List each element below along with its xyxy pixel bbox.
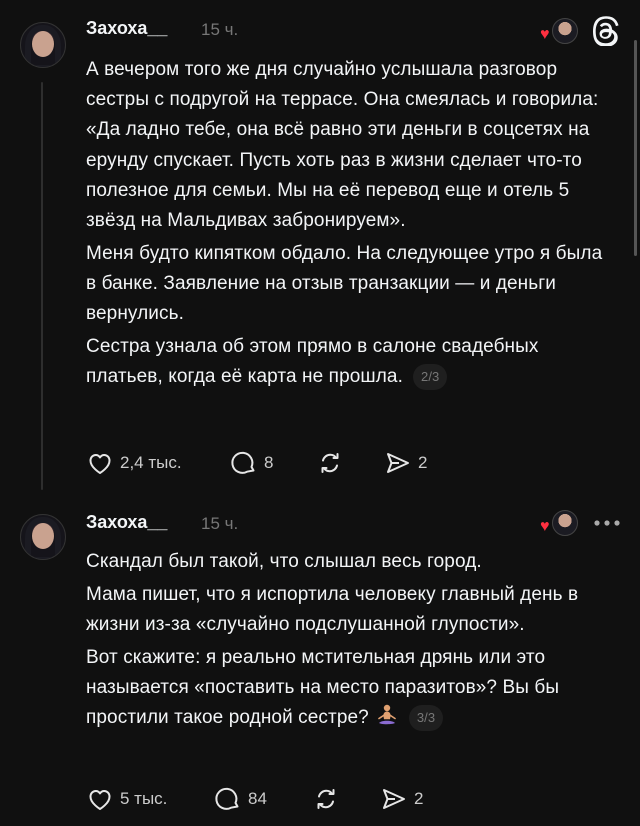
more-options-icon[interactable] [592, 516, 622, 530]
heart-outline-icon [89, 454, 111, 474]
reply-count: 8 [264, 453, 274, 472]
meditating-person-emoji [378, 704, 396, 725]
avatar [552, 18, 578, 44]
liked-by-author-indicator: ♥ [540, 18, 580, 48]
thread-post-2: Захоха__ 15 ч. ♥ Скандал был такой, что … [0, 500, 640, 826]
paragraph: Мама пишет, что я испортила человеку гла… [86, 583, 579, 635]
like-count: 2,4 тыс. [120, 453, 182, 472]
action-bar: 5 тыс. 84 2 [86, 784, 606, 814]
thread-post-1: Захоха__ 15 ч. ♥ А вечером того же дня с… [0, 0, 640, 500]
reply-bubble-icon [215, 787, 239, 810]
post-text: А вечером того же дня случайно услышала … [86, 55, 616, 395]
send-icon [387, 453, 409, 473]
username[interactable]: Захоха__ [86, 512, 167, 533]
avatar[interactable] [20, 22, 66, 68]
paragraph: А вечером того же дня случайно услышала … [86, 59, 599, 232]
scrollbar[interactable] [634, 40, 637, 256]
like-count: 5 тыс. [120, 789, 168, 808]
avatar [552, 510, 578, 536]
send-icon [383, 789, 405, 809]
share-button[interactable]: 2 [380, 784, 423, 814]
repost-icon [321, 453, 339, 473]
share-count: 2 [418, 453, 428, 472]
post-time: 15 ч. [201, 514, 239, 533]
paragraph-text: Вот скажите: я реально мстительная дрянь… [86, 646, 560, 729]
like-button[interactable]: 2,4 тыс. [86, 448, 182, 478]
thread-page-indicator: 2/3 [412, 364, 448, 391]
heart-outline-icon [89, 790, 111, 810]
action-bar: 2,4 тыс. 8 2 [86, 448, 606, 478]
reply-button[interactable]: 84 [214, 784, 267, 814]
paragraph: Вот скажите: я реально мстительная дрянь… [86, 643, 616, 734]
paragraph: Скандал был такой, что слышал весь город… [86, 551, 482, 572]
reply-button[interactable]: 8 [230, 448, 273, 478]
reply-count: 84 [248, 789, 267, 808]
repost-icon [317, 789, 335, 809]
share-count: 2 [414, 789, 424, 808]
repost-button[interactable] [316, 448, 344, 478]
reply-bubble-icon [231, 451, 255, 474]
share-button[interactable]: 2 [384, 448, 427, 478]
username[interactable]: Захоха__ [86, 18, 167, 39]
thread-page-indicator: 3/3 [408, 705, 444, 731]
post-time: 15 ч. [201, 20, 239, 39]
repost-button[interactable] [312, 784, 340, 814]
threads-logo-icon[interactable] [592, 16, 622, 46]
paragraph: Меня будто кипятком обдало. На следующее… [86, 242, 603, 325]
thread-connector-line [41, 82, 43, 490]
like-button[interactable]: 5 тыс. [86, 784, 167, 814]
post-text: Скандал был такой, что слышал весь город… [86, 547, 616, 736]
paragraph: Сестра узнала об этом прямо в салоне сва… [86, 332, 616, 392]
avatar[interactable] [20, 514, 66, 560]
paragraph-text: Сестра узнала об этом прямо в салоне сва… [86, 335, 539, 388]
liked-by-author-indicator: ♥ [540, 510, 580, 540]
